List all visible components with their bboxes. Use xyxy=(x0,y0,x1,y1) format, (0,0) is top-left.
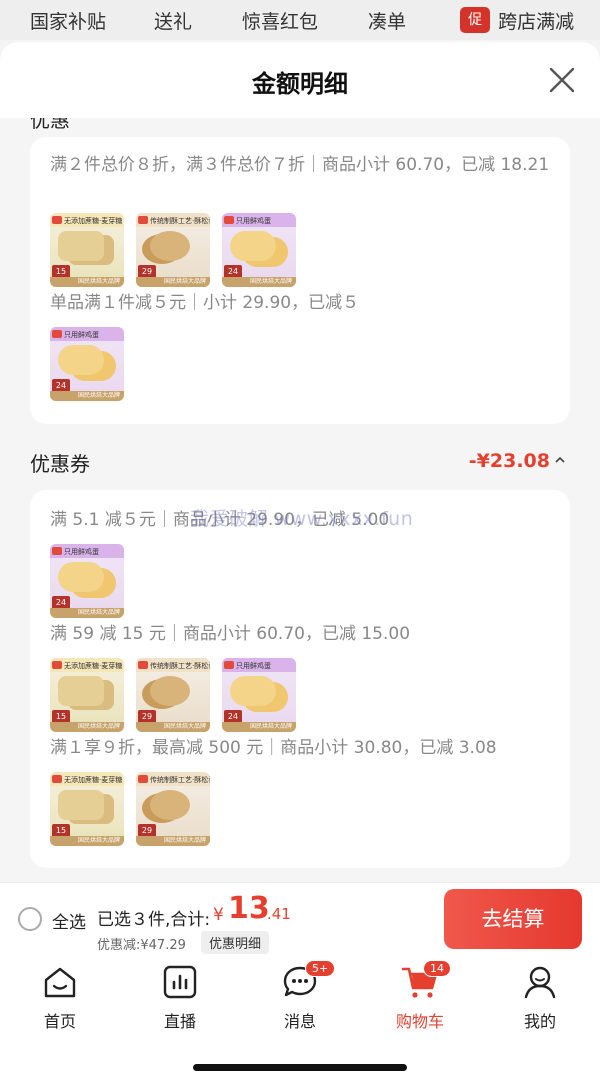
home-icon xyxy=(44,967,76,998)
product-image xyxy=(58,345,104,375)
product-thumbnail[interactable]: 传统制酥工艺·酥松香脆29国民烘焙大品牌 xyxy=(136,658,210,732)
product-thumbnail[interactable]: 只用鲜鸡蛋 24 国民烘焙大品牌 xyxy=(50,544,124,618)
promotion-card: 满２件总价８折，满３件总价７折｜商品小计 60.70，已减 18.21 无添加蔗… xyxy=(30,137,570,424)
selected-count-text: 已选３件,合计: xyxy=(97,910,211,930)
product-thumbnail[interactable]: 传统制酥工艺·酥松香脆29国民烘焙大品牌 xyxy=(136,772,210,846)
tab-home[interactable]: 首页 xyxy=(15,964,105,1036)
sheet-title: 金额明细 xyxy=(252,70,348,98)
brand-footer-text: 国民烘焙大品牌 xyxy=(136,836,210,846)
brand-footer-text: 国民烘焙大品牌 xyxy=(50,608,124,618)
sheet-header: 金额明细 xyxy=(0,42,600,118)
checkout-button[interactable]: 去结算 xyxy=(444,889,582,949)
brand-logo-icon xyxy=(52,661,62,669)
product-image xyxy=(58,231,104,261)
category-strip: 国家补贴 送礼 惊喜红包 凑单 促 跨店满减 xyxy=(0,0,600,40)
home-indicator xyxy=(193,1064,407,1071)
tab-label: 首页 xyxy=(43,1012,76,1031)
product-image xyxy=(150,676,190,706)
chevron-up-icon[interactable] xyxy=(554,454,566,466)
live-icon xyxy=(163,965,197,999)
category-item[interactable]: 国家补贴 xyxy=(30,7,106,34)
product-thumbnail[interactable]: 只用鲜鸡蛋 24 国民烘焙大品牌 xyxy=(50,327,124,401)
product-thumbnail[interactable]: 传统制酥工艺·酥松香脆29国民烘焙大品牌 xyxy=(136,213,210,287)
brand-logo-icon xyxy=(224,661,234,669)
category-item[interactable]: 跨店满减 xyxy=(498,7,574,34)
close-icon[interactable] xyxy=(548,66,576,94)
tab-profile[interactable]: 我的 xyxy=(495,964,585,1036)
watermark-text: 我爱破解 www.xxxx.fun xyxy=(190,508,414,530)
coupon-section-title: 优惠券 xyxy=(30,452,90,476)
sheet-scroll-body[interactable]: 优惠 满２件总价８折，满３件总价７折｜商品小计 60.70，已减 18.21 无… xyxy=(0,118,600,882)
promo-chip-icon: 促 xyxy=(460,7,491,33)
brand-logo-icon xyxy=(138,775,148,783)
product-thumbs: 只用鲜鸡蛋 24 国民烘焙大品牌 xyxy=(50,544,124,618)
discount-detail-button[interactable]: 优惠明细 xyxy=(201,931,270,954)
discount-text: 优惠减:¥47.29 xyxy=(97,938,186,953)
product-thumbs: 无添加蔗糖·麦芽糖15国民烘焙大品牌传统制酥工艺·酥松香脆29国民烘焙大品牌只用… xyxy=(50,213,296,287)
brand-logo-icon xyxy=(52,547,62,555)
brand-logo-icon xyxy=(52,330,62,338)
coupon-amount: -¥23.08 xyxy=(468,450,550,472)
brand-footer-text: 国民烘焙大品牌 xyxy=(136,277,210,287)
brand-logo-icon xyxy=(224,216,234,224)
tab-label: 购物车 xyxy=(395,1012,444,1031)
product-image xyxy=(150,231,190,261)
product-thumbs: 无添加蔗糖·麦芽糖15国民烘焙大品牌传统制酥工艺·酥松香脆29国民烘焙大品牌只用… xyxy=(50,658,296,732)
brand-footer-text: 国民烘焙大品牌 xyxy=(50,277,124,287)
category-item[interactable]: 凑单 xyxy=(368,7,406,34)
product-image xyxy=(58,790,104,820)
brand-footer-text: 国民烘焙大品牌 xyxy=(222,722,296,732)
brand-logo-icon xyxy=(138,216,148,224)
select-all-radio[interactable] xyxy=(18,907,42,931)
tab-label: 我的 xyxy=(523,1012,556,1031)
coupon-rule: 满１享９折，最高减 500 元｜商品小计 30.80，已减 3.08 xyxy=(50,738,497,758)
product-thumbnail[interactable]: 无添加蔗糖·麦芽糖 15 国民烘焙大品牌 xyxy=(50,772,124,846)
profile-icon xyxy=(524,966,556,999)
checkout-bar: 全选 已选３件,合计: ¥ 13 .41 优惠减:¥47.29 优惠明细 去结算 xyxy=(0,882,600,954)
coupon-rule: 满 59 减 15 元｜商品小计 60.70，已减 15.00 xyxy=(50,624,411,644)
product-thumbnail[interactable]: 无添加蔗糖·麦芽糖 15 国民烘焙大品牌 xyxy=(50,213,124,287)
total-decimal: .41 xyxy=(267,905,291,923)
tab-cart[interactable]: 14 购物车 xyxy=(375,960,465,1036)
product-thumbnail[interactable]: 只用鲜鸡蛋 24 国民烘焙大品牌 xyxy=(222,658,296,732)
brand-footer-text: 国民烘焙大品牌 xyxy=(222,277,296,287)
tab-label: 直播 xyxy=(163,1012,196,1031)
brand-footer-text: 国民烘焙大品牌 xyxy=(50,836,124,846)
section-title-partial: 优惠 xyxy=(30,118,70,132)
tab-live[interactable]: 直播 xyxy=(135,964,225,1036)
brand-footer-text: 国民烘焙大品牌 xyxy=(50,722,124,732)
product-image xyxy=(58,676,104,706)
cart-badge: 14 xyxy=(423,960,451,977)
product-thumbs: 只用鲜鸡蛋 24 国民烘焙大品牌 xyxy=(50,327,124,401)
brand-logo-icon xyxy=(52,775,62,783)
app-root: 国家补贴 送礼 惊喜红包 凑单 促 跨店满减 金额明细 优惠 满２件总价８折，满… xyxy=(0,0,600,1083)
product-image xyxy=(58,562,104,592)
product-image xyxy=(230,231,276,261)
category-item[interactable]: 惊喜红包 xyxy=(242,7,318,34)
message-badge: 5+ xyxy=(305,960,336,977)
tab-messages[interactable]: 5+ 消息 xyxy=(255,960,345,1036)
promotion-rule: 满２件总价８折，满３件总价７折｜商品小计 60.70，已减 18.21 xyxy=(50,155,550,175)
coupon-section-header[interactable]: 优惠券 -¥23.08 xyxy=(30,448,570,478)
product-thumbnail[interactable]: 只用鲜鸡蛋 24 国民烘焙大品牌 xyxy=(222,213,296,287)
coupon-card: 满 5.1 减５元｜商品小计 29.90，已减 5.00 只用鲜鸡蛋 24 国民烘焙… xyxy=(30,490,570,868)
promotion-rule: 单品满１件减５元｜小计 29.90，已减５ xyxy=(50,293,360,313)
product-thumbs: 无添加蔗糖·麦芽糖15国民烘焙大品牌传统制酥工艺·酥松香脆29国民烘焙大品牌 xyxy=(50,772,210,846)
amount-detail-sheet: 金额明细 优惠 满２件总价８折，满３件总价７折｜商品小计 60.70，已减 18… xyxy=(0,42,600,882)
tab-label: 消息 xyxy=(283,1012,316,1031)
brand-footer-text: 国民烘焙大品牌 xyxy=(136,722,210,732)
total-integer: 13 xyxy=(228,891,270,926)
product-thumbnail[interactable]: 无添加蔗糖·麦芽糖 15 国民烘焙大品牌 xyxy=(50,658,124,732)
product-image xyxy=(230,676,276,706)
brand-logo-icon xyxy=(138,661,148,669)
product-image xyxy=(150,790,190,820)
select-all-label[interactable]: 全选 xyxy=(52,908,86,933)
total-currency: ¥ xyxy=(213,905,224,925)
category-item[interactable]: 送礼 xyxy=(154,7,192,34)
brand-logo-icon xyxy=(52,216,62,224)
brand-footer-text: 国民烘焙大品牌 xyxy=(50,391,124,401)
